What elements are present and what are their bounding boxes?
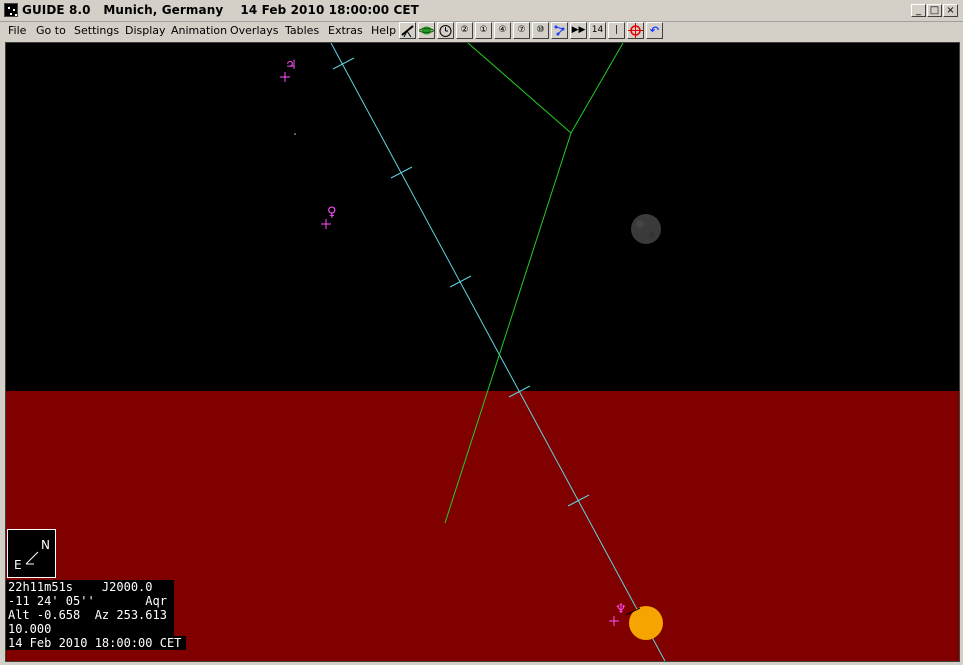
menu-animation[interactable]: Animation [171,24,227,37]
title-bar: GUIDE 8.0 Munich, Germany 14 Feb 2010 18… [0,0,963,22]
window-title: GUIDE 8.0 Munich, Germany 14 Feb 2010 18… [22,3,419,17]
ecliptic-tick [508,385,531,398]
star[interactable] [294,133,296,135]
compass-rose: N E [7,529,56,578]
toolbar-zoom-4-button[interactable]: ④ [494,22,511,39]
toolbar-zoom-1-button[interactable]: ① [475,22,492,39]
toolbar-clock-button[interactable] [437,22,454,39]
menu-overlays[interactable]: Overlays [230,24,279,37]
close-button[interactable]: × [943,4,958,17]
neptune-symbol-icon[interactable]: ♆ [615,603,627,616]
venus-symbol-icon[interactable]: ♀ [327,206,337,219]
stars-icon [554,25,565,36]
telescope-icon [401,25,414,38]
info-dec: -11 24' 05'' Aqr [6,594,174,608]
toolbar-zoom-7-button[interactable]: ⑦ [513,22,530,39]
menu-help[interactable]: Help [371,24,396,37]
menu-extras[interactable]: Extras [328,24,363,37]
ecliptic-tick [449,275,472,288]
green-line [570,43,624,134]
ecliptic-tick [332,57,355,70]
toolbar-separator-button[interactable]: | [608,22,625,39]
toolbar-zoom-2-button[interactable]: ② [456,22,473,39]
minimize-button[interactable]: _ [911,4,926,17]
toolbar-telescope-button[interactable] [399,22,416,39]
toolbar-planet-button[interactable] [418,22,435,39]
menu-file[interactable]: File [8,24,26,37]
menu-settings[interactable]: Settings [74,24,119,37]
toolbar-stars-button[interactable] [551,22,568,39]
jupiter-symbol-icon[interactable]: ♃ [285,59,297,72]
info-alt-az: Alt -0.658 Az 253.613 [6,608,174,622]
menu-bar: File Go to Settings Display Animation Ov… [0,22,963,42]
ecliptic-line [330,43,666,661]
moon-crater [636,220,644,228]
moon-crater [649,232,655,238]
toolbar-undo-button[interactable]: ↶ [646,22,663,39]
planet-icon [419,26,434,35]
sky-chart[interactable]: ♃ ♀ ♆ N E 22h11m51s J2000.0 -11 24' 05''… [5,42,960,662]
ecliptic-tick [390,166,413,179]
toolbar-target-button[interactable] [627,22,644,39]
menu-tables[interactable]: Tables [285,24,319,37]
ecliptic-tick [567,494,590,507]
toolbar-level-button[interactable]: 14 [589,22,606,39]
green-line [467,43,572,134]
green-line [444,132,572,524]
info-datetime: 14 Feb 2010 18:00:00 CET [6,636,186,650]
toolbar-zoom-10-button[interactable]: ⑩ [532,22,549,39]
compass-arrows-icon [25,551,39,565]
info-field: 10.000 [6,622,174,636]
chart-overlay [280,43,666,661]
maximize-button[interactable]: □ [927,4,942,17]
toolbar-play-button[interactable]: ▶▶ [570,22,587,39]
clock-icon [439,25,452,37]
menu-display[interactable]: Display [125,24,166,37]
moon[interactable] [631,214,661,244]
guide-app-icon[interactable] [4,3,18,17]
menu-goto[interactable]: Go to [36,24,66,37]
info-ra: 22h11m51s J2000.0 [6,580,174,594]
crosshair-target-icon [628,23,643,38]
